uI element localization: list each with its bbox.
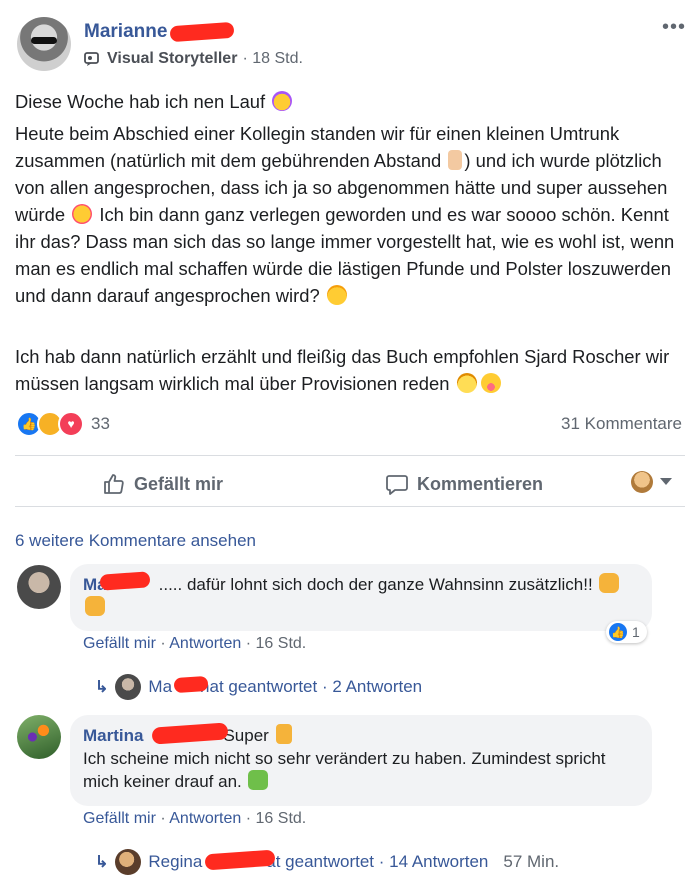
- visual-storyteller-icon: [84, 52, 99, 66]
- comment-time[interactable]: · 16 Std.: [246, 810, 306, 827]
- comment-button[interactable]: Kommentieren: [385, 472, 543, 496]
- more-options-icon[interactable]: •••: [662, 16, 686, 39]
- flexed-biceps-emoji-icon: [85, 596, 105, 616]
- post-meta: Visual Storyteller · 18 Std.: [84, 50, 303, 68]
- smiling-hearts-emoji-icon: [72, 204, 93, 224]
- comment-actions: Gefällt mir · Antworten · 16 Std.: [83, 810, 307, 827]
- chevron-down-icon[interactable]: [660, 478, 672, 485]
- reply-arrow-icon: ↳: [95, 679, 109, 696]
- reply-arrow-icon: ↳: [95, 854, 109, 871]
- smiling-emoji-icon: [326, 285, 347, 305]
- divider: [15, 455, 685, 456]
- author-name[interactable]: Marianne: [84, 21, 167, 43]
- commenter-name[interactable]: Martina: [83, 726, 143, 745]
- redaction-mark: [173, 675, 209, 694]
- headline-text: Diese Woche hab ich nen Lauf: [15, 91, 266, 112]
- reply-author: Ma: [148, 677, 173, 696]
- comment-like-count: 1: [632, 624, 640, 640]
- commenter-avatar[interactable]: [17, 565, 61, 609]
- reply-author: Regina: [148, 852, 203, 871]
- comment-text: ..... dafür lohnt sich doch der ganze Wa…: [158, 575, 593, 594]
- comment-count-link[interactable]: 31 Kommentare: [561, 414, 682, 434]
- redaction-mark: [169, 21, 235, 43]
- comment-time[interactable]: · 16 Std.: [246, 635, 306, 652]
- comment-like-badge[interactable]: 👍 1: [606, 621, 647, 643]
- post-paragraph-2: Ich hab dann natürlich erzählt und fleiß…: [15, 343, 685, 397]
- laughing-emoji-icon: [456, 373, 477, 393]
- commenter-avatar[interactable]: [17, 715, 61, 759]
- comment-reply-link[interactable]: Antworten: [169, 810, 241, 827]
- replies-link[interactable]: ↳ Regina at geantwortet · 14 Antworten 5…: [95, 849, 559, 875]
- post-timestamp[interactable]: · 18 Std.: [242, 50, 302, 68]
- winking-tongue-emoji-icon: [480, 373, 501, 393]
- like-reaction-icon: 👍: [609, 623, 627, 641]
- divider: [15, 506, 685, 507]
- like-button-label: Gefällt mir: [134, 473, 224, 494]
- replies-link[interactable]: ↳ Ma hat geantwortet · 2 Antworten: [95, 674, 422, 700]
- reply-summary: at geantwortet · 14 Antworten: [266, 852, 489, 871]
- love-reaction-icon: ♥: [58, 411, 84, 437]
- comment-text: Ich scheine mich nicht so sehr verändert…: [83, 749, 606, 791]
- comment-button-label: Kommentieren: [417, 473, 544, 494]
- comment-bubble: Ma..... dafür lohnt sich doch der ganze …: [70, 564, 652, 631]
- star-struck-emoji-icon: [272, 91, 293, 111]
- reply-time: 57 Min.: [503, 852, 560, 871]
- comment-bubble-icon: [386, 475, 408, 495]
- author-avatar[interactable]: [17, 17, 71, 71]
- identity-avatar[interactable]: [631, 471, 653, 493]
- comment-inline-text: Super: [223, 726, 269, 745]
- reaction-count[interactable]: 33: [91, 414, 110, 434]
- comment-actions: Gefällt mir · Antworten · 16 Std.: [83, 635, 307, 652]
- thumbs-up-emoji-icon: [275, 724, 292, 744]
- comment-like-link[interactable]: Gefällt mir: [83, 810, 156, 827]
- shrugging-emoji-icon: [248, 770, 269, 790]
- view-more-comments-link[interactable]: 6 weitere Kommentare ansehen: [15, 531, 256, 551]
- reply-avatar: [115, 849, 142, 875]
- reply-avatar: [115, 674, 142, 700]
- flexed-biceps-emoji-icon: [599, 573, 620, 593]
- reply-summary: hat geantwortet · 2 Antworten: [200, 677, 423, 696]
- comment-reply-link[interactable]: Antworten: [169, 635, 241, 652]
- post-paragraph-1: Heute beim Abschied einer Kollegin stand…: [15, 120, 685, 309]
- reactions-summary[interactable]: 👍 ♥ 33: [16, 411, 110, 437]
- raised-finger-emoji-icon: [448, 150, 463, 170]
- facebook-post: Marianne Visual Storyteller · 18 Std. ••…: [0, 0, 700, 882]
- thumbs-up-icon: [104, 474, 124, 494]
- like-button[interactable]: Gefällt mir: [102, 472, 223, 496]
- comment-like-link[interactable]: Gefällt mir: [83, 635, 156, 652]
- post-headline: Diese Woche hab ich nen Lauf: [15, 88, 685, 115]
- paragraph2-text: Ich hab dann natürlich erzählt und fleiß…: [15, 346, 670, 394]
- author-role[interactable]: Visual Storyteller: [107, 50, 237, 68]
